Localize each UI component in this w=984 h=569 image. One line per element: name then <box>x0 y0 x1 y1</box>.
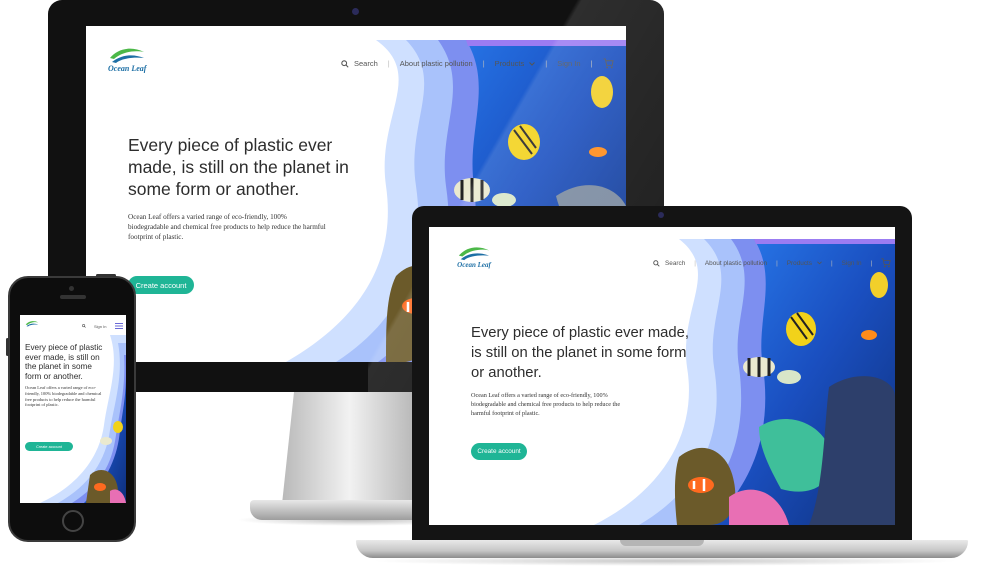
hamburger-menu-icon[interactable] <box>115 323 124 329</box>
hero-body-text: Ocean Leaf offers a varied range of eco-… <box>128 213 326 241</box>
phone-speaker <box>60 295 86 299</box>
leaf-wave-logo-icon <box>25 321 39 327</box>
ocean-leaf-logo[interactable]: Ocean Leaf <box>108 46 146 73</box>
search-icon <box>341 59 349 68</box>
nav-divider: | <box>387 59 390 68</box>
nav-about-link[interactable]: About plastic pollution <box>400 59 473 68</box>
nav-divider: | <box>776 259 778 267</box>
logo-text: Ocean Leaf <box>108 64 147 73</box>
mobile-website: Sign In Every piece of plastic ever made… <box>20 315 126 503</box>
nav-products-dropdown[interactable]: Products <box>787 260 822 267</box>
create-account-button[interactable]: Create account <box>471 443 527 460</box>
cart-icon[interactable] <box>881 258 891 268</box>
nav-search[interactable]: Search <box>653 260 685 267</box>
phone-home-button[interactable] <box>62 510 84 532</box>
ocean-leaf-logo[interactable]: Ocean Leaf <box>457 245 491 269</box>
mobile-nav: Sign In <box>82 323 126 329</box>
laptop-website: Ocean Leaf Search | About plastic pollut… <box>429 227 895 525</box>
laptop-screen: Ocean Leaf Search | About plastic pollut… <box>429 227 895 525</box>
hero-headline: Every piece of plastic ever made, is sti… <box>128 135 349 199</box>
ocean-leaf-logo[interactable] <box>25 320 39 327</box>
search-icon[interactable] <box>82 324 86 328</box>
phone-front-camera <box>69 286 74 291</box>
search-icon <box>653 259 660 267</box>
monitor-camera <box>352 8 359 15</box>
main-nav: Search | About plastic pollution | Produ… <box>653 258 895 268</box>
nav-products-label: Products <box>786 259 812 267</box>
nav-divider: | <box>870 259 873 267</box>
laptop-opening-notch <box>620 540 704 546</box>
laptop: Ocean Leaf Search | About plastic pollut… <box>412 206 912 542</box>
phone-screen: Sign In Every piece of plastic ever made… <box>20 315 126 503</box>
monitor-stand <box>282 392 432 504</box>
cart-icon[interactable] <box>602 58 614 69</box>
phone-volume-button <box>6 338 9 356</box>
phone-power-button <box>96 274 116 277</box>
nav-divider: | <box>694 259 696 267</box>
nav-products-label: Products <box>494 59 525 68</box>
hero-headline: Every piece of plastic ever made, is sti… <box>471 325 689 381</box>
nav-divider: | <box>482 59 485 68</box>
nav-divider: | <box>831 259 833 267</box>
nav-divider: | <box>590 59 593 68</box>
create-account-button[interactable]: Create account <box>25 442 73 451</box>
logo-text: Ocean Leaf <box>457 261 491 269</box>
nav-sign-in-link[interactable]: Sign In <box>557 59 580 68</box>
nav-search-label: Search <box>665 259 686 267</box>
hero-headline: Every piece of plastic ever made, is sti… <box>25 343 103 381</box>
leaf-wave-logo-icon <box>110 48 145 63</box>
nav-sign-in-link[interactable]: Sign In <box>94 324 106 329</box>
nav-sign-in-link[interactable]: Sign In <box>842 260 862 267</box>
chevron-down-icon <box>529 61 536 66</box>
nav-search[interactable]: Search <box>341 59 378 68</box>
nav-about-link[interactable]: About plastic pollution <box>705 260 767 267</box>
main-nav: Search | About plastic pollution | Produ… <box>341 58 626 69</box>
nav-divider: | <box>545 59 548 68</box>
hero-body-text: Ocean Leaf offers a varied range of eco-… <box>471 392 621 417</box>
leaf-wave-logo-icon <box>458 247 490 261</box>
hero-body-text: Ocean Leaf offers a varied range of eco-… <box>25 385 102 408</box>
chevron-down-icon <box>817 261 822 265</box>
create-account-button[interactable]: Create account <box>128 276 194 294</box>
smartphone: Sign In Every piece of plastic ever made… <box>6 274 136 542</box>
nav-products-dropdown[interactable]: Products <box>495 59 536 68</box>
nav-search-label: Search <box>354 59 378 68</box>
laptop-camera <box>658 212 664 218</box>
